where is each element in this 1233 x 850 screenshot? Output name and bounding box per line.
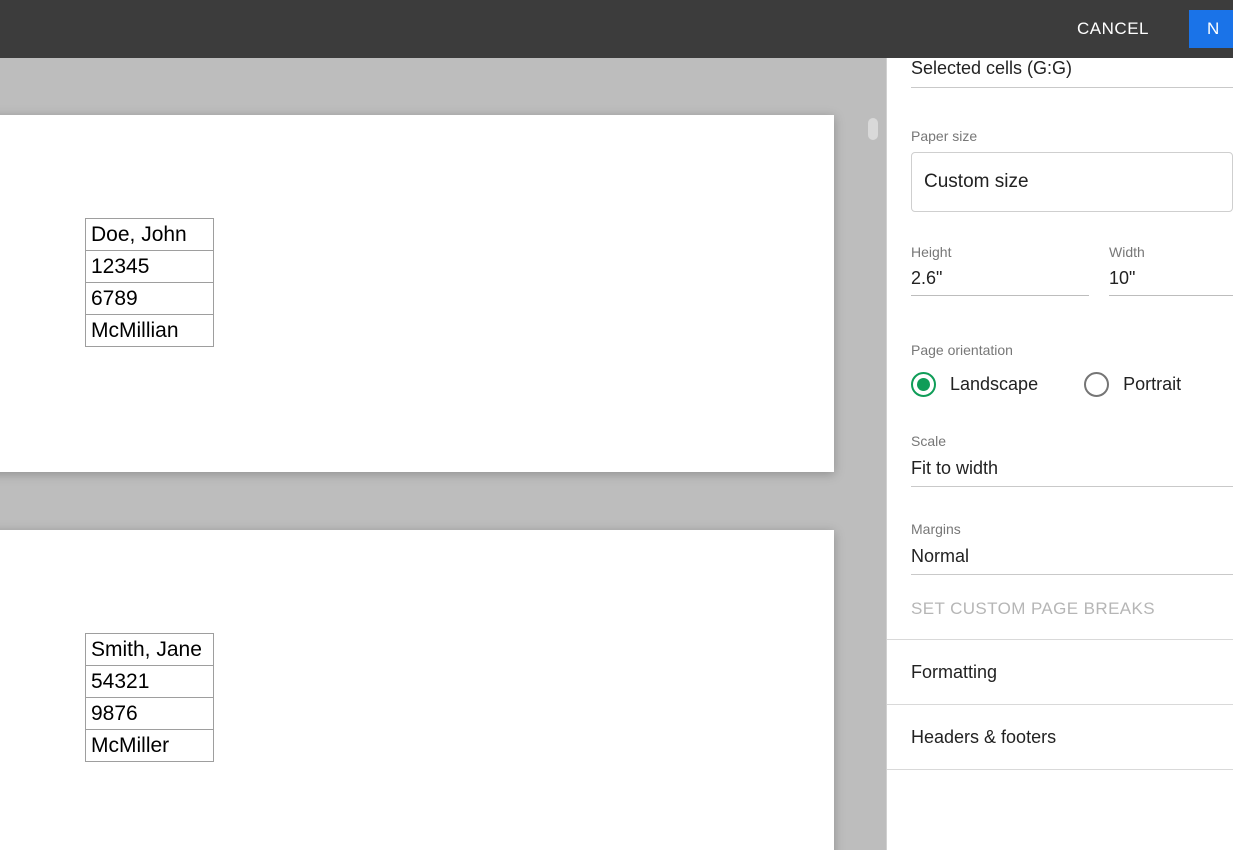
preview-cell: McMillian	[86, 315, 214, 347]
radio-icon	[911, 372, 936, 397]
orientation-landscape-label: Landscape	[950, 374, 1038, 395]
orientation-label: Page orientation	[911, 342, 1233, 358]
margins-label: Margins	[911, 521, 1233, 537]
print-settings-sidebar: Selected cells (G:G) Paper size Custom s…	[886, 58, 1233, 850]
print-range-selector[interactable]: Selected cells (G:G)	[911, 58, 1233, 88]
orientation-portrait-label: Portrait	[1123, 374, 1181, 395]
orientation-landscape-radio[interactable]: Landscape	[911, 372, 1038, 397]
preview-cell: 6789	[86, 283, 214, 315]
width-input[interactable]	[1109, 262, 1233, 296]
preview-cell-range: Doe, John 12345 6789 McMillian	[85, 218, 214, 347]
next-button[interactable]: N	[1189, 10, 1233, 48]
formatting-expander[interactable]: Formatting	[911, 640, 1233, 704]
preview-cell: Smith, Jane	[86, 634, 214, 666]
print-preview-pane: Doe, John 12345 6789 McMillian Smith, Ja…	[0, 58, 886, 850]
preview-cell: 54321	[86, 666, 214, 698]
paper-size-label: Paper size	[911, 128, 1233, 144]
paper-size-select[interactable]: Custom size	[911, 152, 1233, 212]
cancel-button[interactable]: CANCEL	[1059, 9, 1167, 49]
preview-cell: 9876	[86, 698, 214, 730]
height-label: Height	[911, 244, 1089, 260]
top-toolbar: CANCEL N	[0, 0, 1233, 58]
preview-cell: Doe, John	[86, 219, 214, 251]
height-input[interactable]	[911, 262, 1089, 296]
preview-cell: McMiller	[86, 730, 214, 762]
width-label: Width	[1109, 244, 1233, 260]
headers-footers-expander[interactable]: Headers & footers	[911, 705, 1233, 769]
preview-cell: 12345	[86, 251, 214, 283]
margins-select[interactable]: Normal	[911, 539, 1233, 575]
preview-page: Doe, John 12345 6789 McMillian	[0, 115, 834, 472]
set-custom-page-breaks-button[interactable]: SET CUSTOM PAGE BREAKS	[911, 599, 1233, 619]
scale-label: Scale	[911, 433, 1233, 449]
radio-icon	[1084, 372, 1109, 397]
orientation-portrait-radio[interactable]: Portrait	[1084, 372, 1181, 397]
preview-cell-range: Smith, Jane 54321 9876 McMiller	[85, 633, 214, 762]
preview-scrollbar-thumb[interactable]	[868, 118, 878, 140]
scale-select[interactable]: Fit to width	[911, 451, 1233, 487]
preview-page: Smith, Jane 54321 9876 McMiller	[0, 530, 834, 850]
